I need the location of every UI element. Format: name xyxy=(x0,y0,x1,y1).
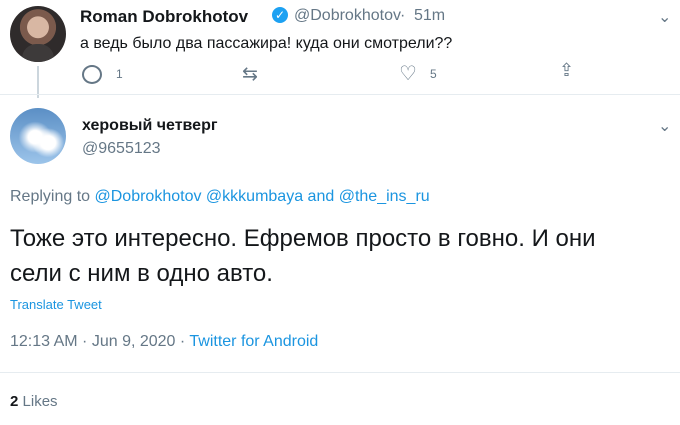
heart-icon[interactable]: ♡ xyxy=(399,61,417,86)
likes-label: Likes xyxy=(22,393,58,410)
replying-to-line: Replying to @Dobrokhotov @kkkumbaya and … xyxy=(10,188,430,206)
avatar-reply-author[interactable] xyxy=(10,108,66,164)
translate-tweet-link[interactable]: Translate Tweet xyxy=(10,297,102,312)
reply-tweet-text-line-1: Тоже это интересно. Ефремов просто в гов… xyxy=(10,225,596,252)
reply-tweet-text: Тоже это интересно. Ефремов просто в гов… xyxy=(10,221,670,291)
replying-prefix: Replying to xyxy=(10,188,91,205)
retweet-icon[interactable]: ⇆ xyxy=(242,63,258,86)
reply-icon[interactable] xyxy=(82,65,102,84)
parent-tweet-time[interactable]: 51m xyxy=(414,7,445,25)
and-word: and xyxy=(307,188,335,205)
share-icon[interactable]: ⇪ xyxy=(559,60,574,81)
reply-tweet-text-line-2: сели с ним в одно авто. xyxy=(10,260,273,287)
separator-dot: · xyxy=(400,7,406,24)
reply-author-handle[interactable]: @9655123 xyxy=(82,140,161,158)
chevron-down-icon[interactable]: ⌄ xyxy=(658,7,671,27)
parent-author-handle[interactable]: @Dobrokhotov xyxy=(294,7,401,25)
parent-author-name[interactable]: Roman Dobrokhotov xyxy=(80,7,248,27)
tweet-source[interactable]: Twitter for Android xyxy=(189,333,318,350)
likes-count: 2 xyxy=(10,393,19,410)
reply-author-name[interactable]: херовый четверг xyxy=(82,117,218,135)
avatar-roman-dobrokhotov[interactable] xyxy=(10,6,66,62)
mention-kkkumbaya[interactable]: @kkkumbaya xyxy=(206,188,303,205)
mention-dobrokhotov[interactable]: @Dobrokhotov xyxy=(95,188,202,205)
parent-tweet-text: а ведь было два пассажира! куда они смот… xyxy=(80,35,453,52)
reply-count: 1 xyxy=(116,67,123,81)
chevron-down-icon[interactable]: ⌄ xyxy=(658,116,671,136)
like-count: 5 xyxy=(430,67,437,81)
verified-badge-icon: ✓ xyxy=(272,7,288,23)
tweet-divider xyxy=(0,94,680,95)
likes-stat[interactable]: 2 Likes xyxy=(10,393,58,410)
mention-the-ins-ru[interactable]: @the_ins_ru xyxy=(339,188,430,205)
tweet-meta: 12:13 AM · Jun 9, 2020 · Twitter for And… xyxy=(10,333,318,351)
tweet-stats-divider xyxy=(0,372,680,373)
tweet-timestamp[interactable]: 12:13 AM · Jun 9, 2020 · xyxy=(10,333,185,350)
